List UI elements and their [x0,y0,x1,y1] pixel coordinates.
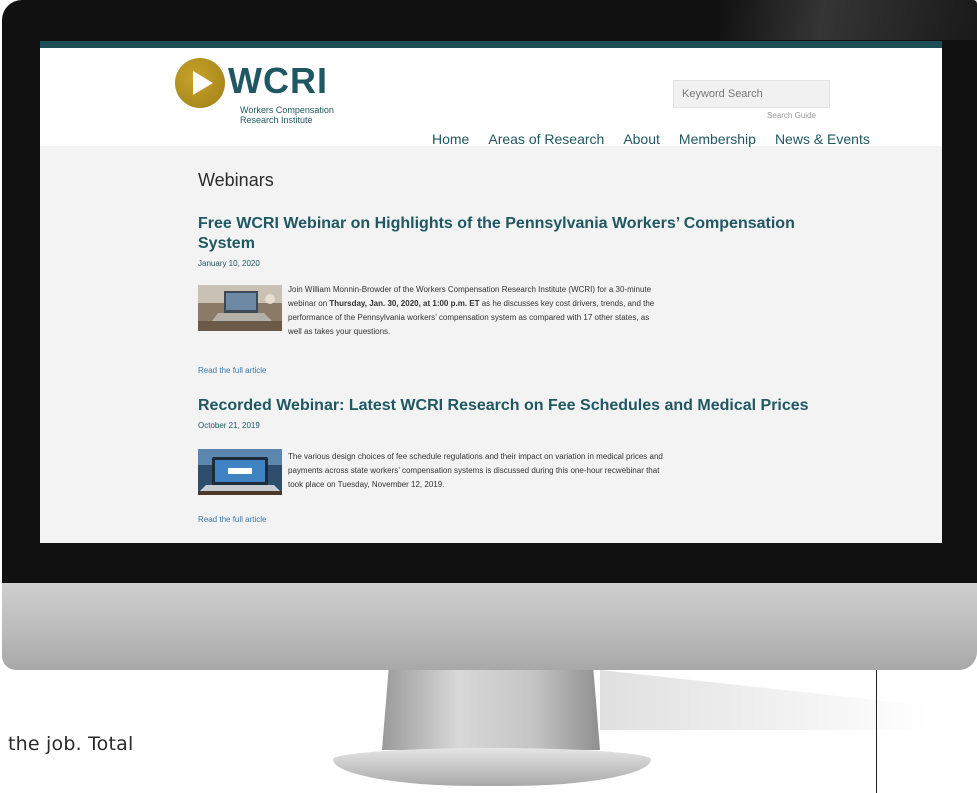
page-title: Webinars [198,170,274,190]
nav-item-home[interactable]: Home [432,131,469,147]
nav-item-about[interactable]: About [623,131,660,147]
summary-date-emphasis: Thursday, Jan. 30, 2020, at 1:00 p.m. ET [329,299,480,308]
nav-item-news-events[interactable]: News & Events [775,131,870,147]
main-nav: Home Areas of Research About Membership … [432,131,870,147]
monitor-chin [2,583,977,670]
site-header: WCRI Workers Compensation Research Insti… [40,48,942,147]
article-date: October 21, 2019 [198,421,260,430]
monitor-shadow [600,670,930,730]
article-summary-line: The various design choices of fee schedu… [288,452,663,461]
monitor-stand-neck [382,670,600,750]
logo-wordmark[interactable]: WCRI [228,60,328,102]
search-box [673,80,830,108]
document-text-fragment: the job. Total [8,733,134,755]
read-full-article-link[interactable]: Read the full article [198,515,266,524]
monitor-glare [720,0,977,40]
keyword-search-input[interactable] [674,81,829,107]
play-triangle-icon [193,71,213,95]
article-title-line1: Recorded Webinar: Latest WCRI Research o… [198,397,809,414]
article-thumbnail[interactable] [198,449,282,495]
article-summary: The various design choices of fee schedu… [288,450,663,492]
laptop-desk-image [198,285,282,331]
summary-text: as he discusses key cost drivers, trends… [479,299,655,308]
search-guide-link[interactable]: Search Guide [767,111,816,120]
article-title-line1: Free WCRI Webinar on Highlights of the P… [198,215,795,232]
article-summary: Join William Monnin-Browder of the Worke… [288,283,654,339]
nav-item-areas-of-research[interactable]: Areas of Research [488,131,604,147]
logo-play-icon[interactable] [175,58,225,108]
nav-item-membership[interactable]: Membership [679,131,756,147]
logo-subtitle-line1: Workers Compensation [240,105,334,115]
article-summary-line: well as takes your questions. [288,327,391,336]
article-summary-line: webinar on Thursday, Jan. 30, 2020, at 1… [288,297,654,311]
article-summary-line: payments across state workers’ compensat… [288,466,660,475]
monitor-stand-base [333,748,651,786]
main-content: Webinars Free WCRI Webinar on Highlights… [40,146,942,543]
logo-subtitle: Workers Compensation Research Institute [240,105,334,125]
laptop-webinar-image [198,449,282,495]
article-thumbnail[interactable] [198,285,282,331]
article-summary-line: Join William Monnin-Browder of the Worke… [288,285,652,294]
read-full-article-link[interactable]: Read the full article [198,366,266,375]
article-summary-line: performance of the Pennsylvania workers’… [288,313,650,322]
site-top-bar [40,41,942,48]
article-title[interactable]: Free WCRI Webinar on Highlights of the P… [198,214,795,254]
article-summary-line: took place on Tuesday, November 12, 2019… [288,480,445,489]
logo-subtitle-line2: Research Institute [240,115,313,125]
summary-text: webinar on [288,299,330,308]
article-title-line2: System [198,235,255,252]
article-date: January 10, 2020 [198,259,260,268]
article-title[interactable]: Recorded Webinar: Latest WCRI Research o… [198,396,809,416]
monitor-screen: WCRI Workers Compensation Research Insti… [40,41,942,543]
